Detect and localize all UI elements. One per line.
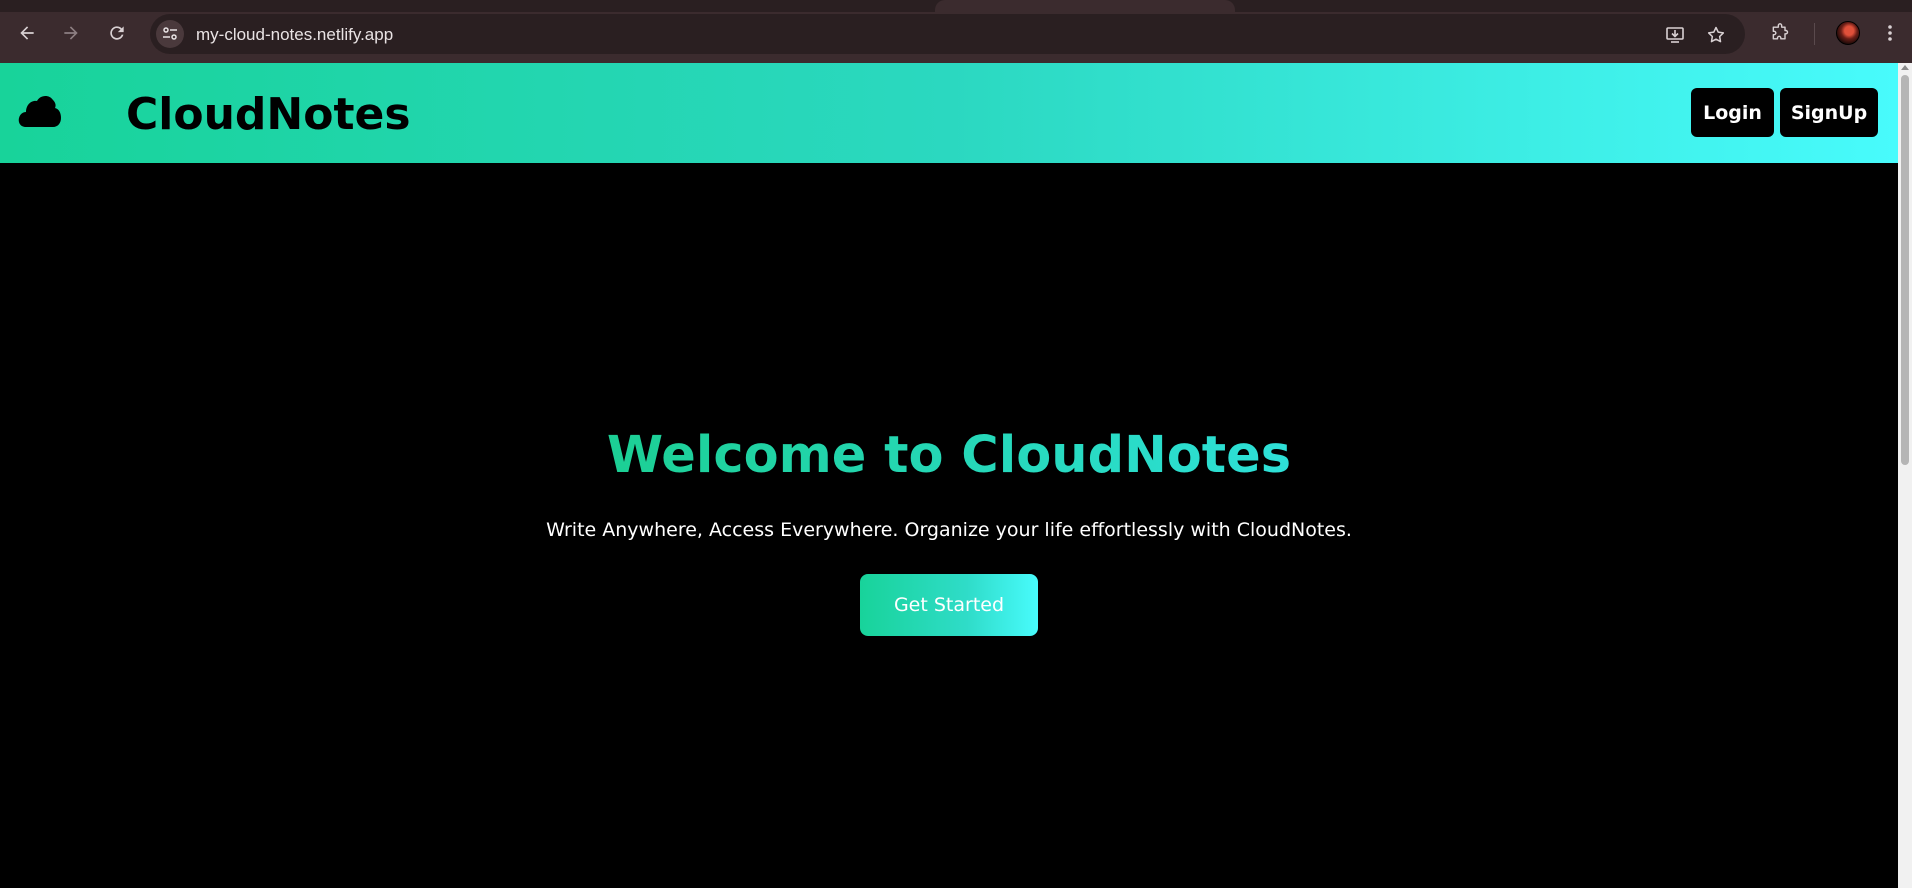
install-app-button[interactable] — [1664, 24, 1686, 46]
puzzle-icon — [1772, 23, 1789, 40]
tune-icon — [163, 27, 177, 40]
forward-button[interactable] — [59, 21, 83, 45]
bookmark-button[interactable] — [1705, 24, 1727, 46]
page-scrollbar[interactable] — [1898, 63, 1912, 888]
brand-title[interactable]: CloudNotes — [126, 89, 411, 140]
extensions-button[interactable] — [1768, 21, 1792, 45]
active-tab[interactable] — [935, 0, 1235, 12]
site-info-button[interactable] — [156, 20, 184, 48]
avatar[interactable] — [1836, 21, 1860, 45]
star-icon — [1707, 26, 1725, 43]
reload-icon — [110, 26, 124, 40]
hero-title-text: Welcome to CloudNotes — [606, 426, 1292, 485]
get-started-button[interactable]: Get Started — [860, 574, 1038, 636]
kebab-menu-icon — [1888, 25, 1892, 41]
toolbar-separator — [1814, 23, 1815, 45]
url-text[interactable]: my-cloud-notes.netlify.app — [196, 25, 393, 45]
arrow-left-icon — [20, 26, 34, 40]
signup-button[interactable]: SignUp — [1780, 88, 1878, 137]
menu-button[interactable] — [1878, 21, 1902, 45]
hero-subtitle: Write Anywhere, Access Everywhere. Organ… — [546, 519, 1352, 541]
arrow-right-icon — [64, 26, 78, 40]
install-app-icon — [1666, 27, 1684, 43]
tab-strip — [0, 0, 1912, 12]
address-bar[interactable]: my-cloud-notes.netlify.app — [150, 14, 1745, 54]
scroll-up-arrow-icon[interactable] — [1901, 65, 1909, 70]
reload-button[interactable] — [105, 21, 129, 45]
login-button[interactable]: Login — [1691, 88, 1774, 137]
hero-title: Welcome to CloudNotes — [0, 426, 1898, 485]
page-viewport: CloudNotes Login SignUp Welcome to Cloud… — [0, 63, 1898, 888]
cloud-icon[interactable] — [18, 93, 62, 129]
app-navbar: CloudNotes Login SignUp — [0, 63, 1898, 163]
back-button[interactable] — [15, 21, 39, 45]
scroll-thumb[interactable] — [1901, 75, 1909, 465]
